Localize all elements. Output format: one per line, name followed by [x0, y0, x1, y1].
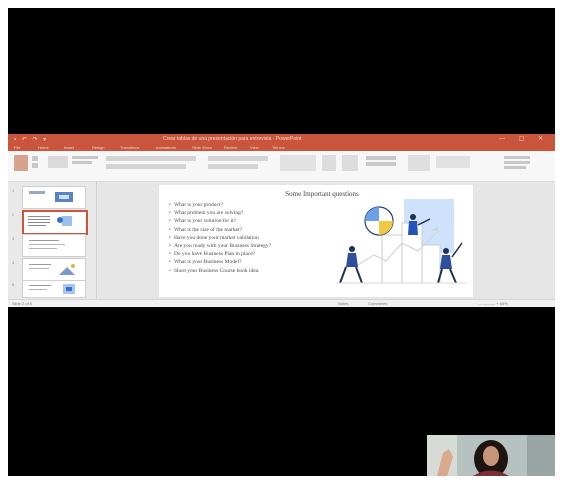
alignment-buttons[interactable]	[208, 164, 258, 169]
bullet-list: What is your product? What problem you a…	[169, 201, 271, 275]
tab-review[interactable]: Review	[224, 145, 237, 150]
shape-fill-button[interactable]	[366, 156, 396, 160]
tab-slide-show[interactable]: Slide Show	[192, 145, 212, 150]
quick-styles-button[interactable]	[342, 155, 358, 171]
slide-editing-area: Some Important questions What is your pr…	[97, 182, 555, 299]
thumbnail-image	[29, 264, 75, 275]
dictate-button[interactable]	[408, 155, 430, 171]
designer-button[interactable]	[436, 156, 470, 168]
copy-icon[interactable]	[32, 163, 38, 168]
tab-insert[interactable]: Insert	[64, 145, 74, 150]
slide-thumbnail-3[interactable]	[22, 234, 86, 257]
business-growth-illustration	[336, 199, 466, 284]
thumbnail-number: 3	[12, 236, 15, 241]
tab-transitions[interactable]: Transitions	[120, 145, 139, 150]
bullet-item: Are you ready with your Business Strateg…	[169, 242, 271, 250]
bullet-item: What is your solution for it?	[169, 217, 271, 225]
thumbnail-number: 2	[12, 212, 15, 217]
thumbnail-image	[29, 284, 75, 294]
cut-icon[interactable]	[32, 156, 38, 161]
video-frame: ▪ ↶ ↷ ▾ Crear tablas de una presentación…	[8, 8, 555, 476]
bullet-item: Have you done your market validation	[169, 234, 271, 242]
ribbon	[8, 151, 555, 182]
slide-thumbnails-pane: 1 2 3 4 5	[8, 182, 97, 299]
notes-button[interactable]: Notes	[338, 301, 348, 306]
quick-access-toolbar[interactable]: ▪ ↶ ↷ ▾	[14, 136, 48, 143]
font-controls[interactable]	[106, 156, 196, 161]
slide-thumbnail-5[interactable]	[22, 280, 86, 298]
paste-icon[interactable]	[14, 155, 28, 171]
slide-thumbnail-4[interactable]	[22, 258, 86, 281]
tab-animations[interactable]: Animations	[156, 145, 176, 150]
thumbnail-image	[29, 191, 73, 202]
window-controls[interactable]: — ▢ ✕	[499, 135, 549, 142]
current-slide[interactable]: Some Important questions What is your pr…	[159, 185, 473, 297]
slide-thumbnail-1[interactable]	[22, 186, 86, 209]
slide-counter: Slide 2 of 5	[12, 301, 33, 306]
find-button[interactable]	[504, 156, 530, 159]
layout-button[interactable]	[72, 156, 98, 159]
bullet-item: Short your Business Course book idea.	[169, 267, 271, 275]
arrange-button[interactable]	[322, 155, 336, 171]
shape-outline-button[interactable]	[366, 162, 396, 166]
tab-tell-me[interactable]: Tell me	[272, 145, 285, 150]
thumbnail-number: 1	[12, 188, 15, 193]
title-bar: ▪ ↶ ↷ ▾ Crear tablas de una presentación…	[8, 134, 555, 145]
document-title: Crear tablas de una presentación para en…	[163, 136, 302, 142]
tab-design[interactable]: Design	[92, 145, 104, 150]
zoom-slider[interactable]: — ——— + 65%	[478, 301, 508, 306]
select-button[interactable]	[504, 166, 526, 169]
webcam-overlay	[427, 435, 555, 476]
bullet-item: Do you have Business Plan in place?	[169, 250, 271, 258]
thumbnail-number: 5	[12, 282, 15, 287]
comments-button[interactable]: Comments	[368, 301, 387, 306]
presenter-video	[427, 435, 555, 476]
tab-home[interactable]: Home	[38, 145, 49, 150]
tab-view[interactable]: View	[250, 145, 259, 150]
reset-button[interactable]	[72, 161, 92, 164]
bullet-item: What problem you are solving?	[169, 209, 271, 217]
thumbnail-image	[28, 216, 72, 226]
new-slide-button[interactable]	[48, 156, 68, 168]
bullet-item: What is the size of the market?	[169, 226, 271, 234]
thumbnail-number: 4	[12, 260, 15, 265]
replace-button[interactable]	[504, 161, 530, 164]
bullet-item: What is your product?	[169, 201, 271, 209]
thumbnail-image	[29, 240, 65, 249]
shapes-gallery[interactable]	[280, 155, 316, 171]
tab-file[interactable]: File	[14, 145, 20, 150]
slide-thumbnail-2[interactable]	[22, 210, 88, 235]
bullet-item: What is your Business Model?	[169, 258, 271, 266]
font-format-buttons[interactable]	[106, 164, 186, 169]
status-bar: Slide 2 of 5 Notes Comments — ——— + 65%	[8, 299, 555, 307]
powerpoint-window: ▪ ↶ ↷ ▾ Crear tablas de una presentación…	[8, 134, 555, 307]
paragraph-controls[interactable]	[208, 156, 268, 161]
